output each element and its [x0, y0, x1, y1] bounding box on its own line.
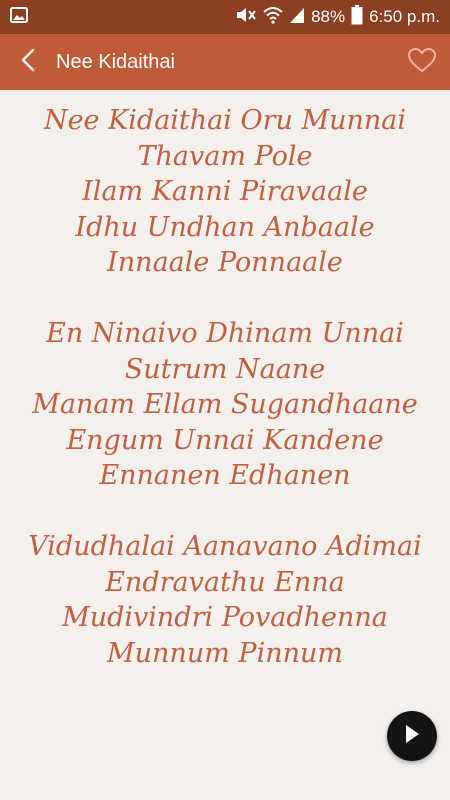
lyric-line: En Ninaivo Dhinam Unnai	[46, 318, 404, 349]
status-right: 88% 6:50 p.m.	[235, 4, 440, 30]
wifi-icon	[263, 6, 283, 29]
play-icon	[403, 724, 421, 749]
battery-icon	[351, 4, 363, 30]
favorite-button[interactable]	[394, 34, 450, 90]
page-title: Nee Kidaithai	[56, 50, 175, 73]
lyric-line: Ennanen Edhanen	[99, 460, 351, 491]
status-bar: 88% 6:50 p.m.	[0, 0, 450, 34]
clock: 6:50 p.m.	[369, 7, 440, 26]
signal-icon	[289, 6, 305, 29]
lyric-line: Vidudhalai Aanavano Adimai	[28, 531, 422, 562]
lyric-line: Nee Kidaithai Oru Munnai	[43, 105, 407, 136]
lyric-line: Idhu Undhan Anbaale	[75, 211, 375, 243]
image-notification-icon	[10, 6, 28, 28]
lyric-line: Manam Ellam Sugandhaane	[32, 389, 418, 420]
play-button[interactable]	[387, 711, 437, 761]
app-bar: Nee Kidaithai	[0, 34, 450, 90]
mute-icon	[235, 6, 257, 29]
lyric-line: Sutrum Naane	[124, 353, 326, 385]
lyric-line: Innaale Ponnaale	[107, 247, 343, 278]
stanza: Nee Kidaithai Oru Munnai Thavam Pole Ila…	[0, 103, 450, 281]
battery-percent: 88%	[311, 7, 346, 26]
lyric-line: Mudivindri Povadhenna	[62, 602, 388, 633]
stanza: Vidudhalai Aanavano Adimai Endravathu En…	[0, 529, 450, 671]
heart-outline-icon	[407, 47, 437, 78]
lyric-line: Thavam Pole	[137, 140, 313, 172]
lyric-line: Ilam Kanni Piravaale	[82, 176, 368, 207]
back-button[interactable]	[0, 34, 56, 90]
lyric-line: Endravathu Enna	[105, 566, 345, 598]
chevron-left-icon	[21, 48, 35, 77]
lyric-line: Engum Unnai Kandene	[66, 424, 384, 456]
status-left	[10, 6, 28, 28]
lyric-line: Munnum Pinnum	[107, 637, 343, 669]
stanza: En Ninaivo Dhinam Unnai Sutrum Naane Man…	[0, 316, 450, 494]
lyrics-view[interactable]: Nee Kidaithai Oru Munnai Thavam Pole Ila…	[0, 90, 450, 800]
